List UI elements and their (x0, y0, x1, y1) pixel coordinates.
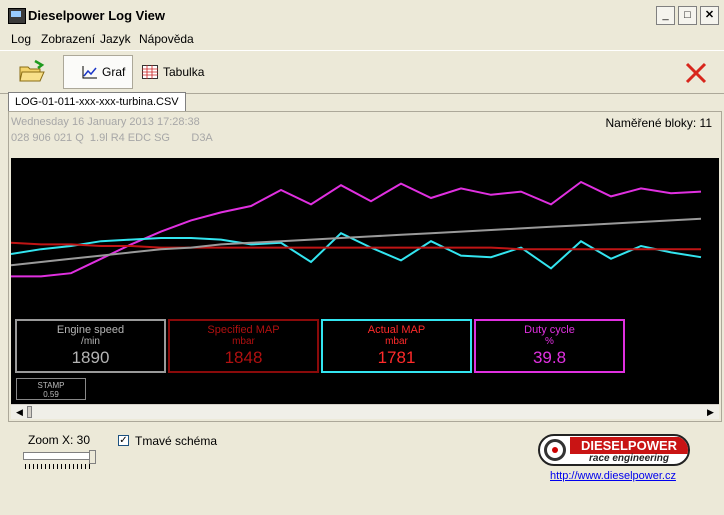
dark-scheme-label: Tmavé schéma (135, 434, 218, 448)
close-window-button[interactable]: ✕ (700, 6, 719, 25)
gauge-unit: mbar (385, 336, 408, 347)
gauge-value: 1848 (224, 348, 263, 367)
turbo-icon (544, 439, 566, 461)
scroll-right-icon[interactable]: ▶ (703, 405, 718, 419)
series-engine-speed (10, 217, 702, 267)
gauge-unit: % (545, 336, 554, 347)
series-actual-map (10, 231, 702, 270)
scroll-thumb[interactable] (27, 406, 32, 418)
app-icon (8, 8, 26, 24)
stamp-box: STAMP 0.59 (16, 378, 86, 400)
gauge-label: Actual MAP (367, 324, 426, 336)
stamp-label: STAMP (37, 381, 65, 390)
website-link[interactable]: http://www.dieselpower.cz (550, 470, 676, 482)
gauge-label: Engine speed (56, 324, 125, 336)
document-tab[interactable]: LOG-01-011-xxx-xxx-turbina.CSV (8, 92, 186, 112)
gauge-label: Duty cycle (524, 324, 575, 336)
dieselpower-logo: DIESELPOWER race engineering (538, 434, 690, 466)
menu-view[interactable]: Zobrazení (41, 32, 95, 46)
close-log-icon[interactable] (684, 61, 708, 85)
gauge-actual-map: Actual MAP mbar 1781 (321, 319, 472, 373)
gauge-label: Specified MAP (207, 324, 280, 336)
logo-subtitle: race engineering (588, 453, 670, 464)
series-specified-map (10, 241, 701, 251)
menu-log[interactable]: Log (11, 32, 31, 46)
tab-graph-label: Graf (102, 65, 126, 79)
zoom-slider-thumb[interactable] (89, 450, 96, 464)
series-duty-cycle (11, 180, 702, 278)
menu-bar: Log Zobrazení Jazyk Nápověda (0, 32, 724, 50)
window-title: Dieselpower Log View (28, 8, 166, 23)
menu-help[interactable]: Nápověda (139, 32, 194, 46)
tab-graph[interactable]: Graf (63, 55, 133, 89)
zoom-label: Zoom X: 30 (28, 433, 91, 447)
measured-blocks: Naměřené bloky: 11 (605, 116, 713, 130)
tab-table-label: Tabulka (163, 65, 205, 79)
gauge-unit: /min (81, 336, 100, 347)
maximize-button[interactable]: □ (678, 6, 697, 25)
minimize-button[interactable]: _ (656, 6, 675, 25)
stamp-value: 0.59 (43, 390, 59, 399)
gauge-duty-cycle: Duty cycle % 39.8 (474, 319, 625, 373)
table-icon (142, 65, 158, 79)
vehicle-info: 028 906 021 Q 1.9l R4 EDC SG D3A (11, 132, 213, 144)
gauge-engine-speed: Engine speed /min 1890 (15, 319, 166, 373)
tab-table[interactable]: Tabulka (142, 55, 222, 89)
dark-scheme-checkbox[interactable]: ✓ (118, 435, 129, 446)
bottom-panel: Zoom X: 30 ✓ Tmavé schéma DIESELPOWER ra… (0, 422, 724, 515)
log-date: Wednesday 16 January 2013 17:28:38 (11, 116, 200, 128)
zoom-slider[interactable] (23, 452, 95, 460)
gauge-value: 1781 (377, 348, 416, 367)
gauge-unit: mbar (232, 336, 255, 347)
chart-icon (82, 65, 98, 79)
toolbar: Graf Tabulka (0, 50, 724, 94)
zoom-slider-ticks (25, 464, 93, 469)
gauge-specified-map: Specified MAP mbar 1848 (168, 319, 319, 373)
horizontal-scrollbar[interactable]: ◀ ▶ (11, 404, 719, 419)
menu-language[interactable]: Jazyk (100, 32, 131, 46)
gauge-value: 1890 (71, 348, 110, 367)
gauge-value: 39.8 (532, 348, 567, 367)
open-folder-icon[interactable] (18, 59, 46, 85)
scroll-left-icon[interactable]: ◀ (12, 405, 27, 419)
logo-title: DIESELPOWER (570, 437, 688, 454)
title-bar: Dieselpower Log View _ □ ✕ (0, 0, 724, 32)
